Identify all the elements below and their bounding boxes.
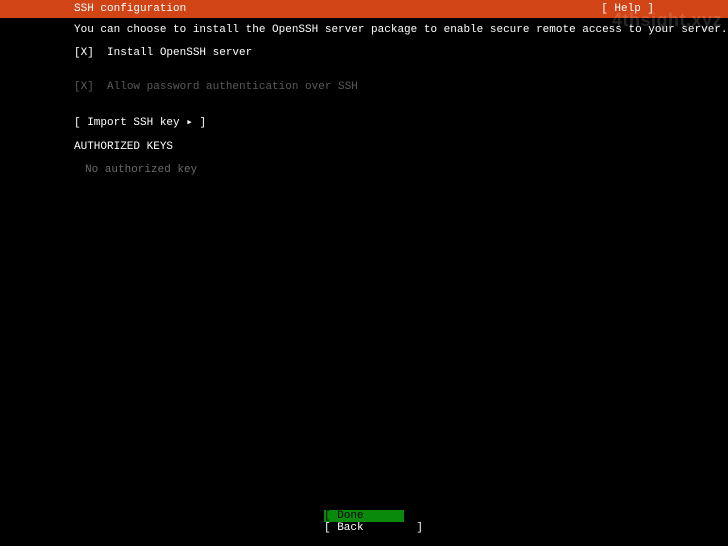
authorized-keys-label: AUTHORIZED KEYS xyxy=(74,140,654,155)
done-button[interactable]: [ Done ] xyxy=(324,510,404,522)
back-button[interactable]: [ Back ] xyxy=(324,522,404,534)
main-content: You can choose to install the OpenSSH se… xyxy=(0,18,728,178)
import-ssh-key-button[interactable]: [ Import SSH key ▸ ] xyxy=(74,116,654,131)
footer-buttons: [ Done ] [ Back ] xyxy=(0,510,728,534)
checkbox-install-openssh[interactable]: [X] xyxy=(74,47,94,59)
no-authorized-key-text: No authorized key xyxy=(74,163,654,178)
checkbox-allow-password[interactable]: [X] xyxy=(74,81,94,93)
page-title: SSH configuration xyxy=(74,3,186,15)
option-install-openssh[interactable]: [X] Install OpenSSH server xyxy=(74,46,654,61)
option-label: Allow password authentication over SSH xyxy=(107,81,358,93)
option-allow-password-auth[interactable]: [X] Allow password authentication over S… xyxy=(74,80,654,95)
description-text: You can choose to install the OpenSSH se… xyxy=(74,23,654,38)
help-button[interactable]: [ Help ] xyxy=(601,3,654,15)
option-label: Install OpenSSH server xyxy=(107,47,252,59)
header-bar: SSH configuration [ Help ] xyxy=(0,0,728,18)
